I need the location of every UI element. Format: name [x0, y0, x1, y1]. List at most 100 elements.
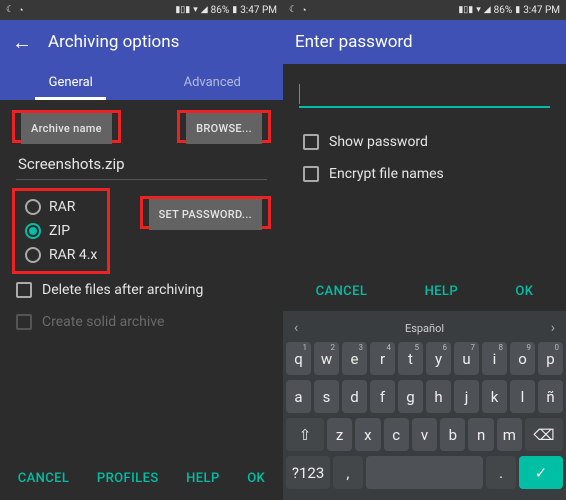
key-s[interactable]: s	[314, 380, 339, 413]
key-x[interactable]: x	[355, 418, 380, 451]
tabs: General Advanced	[0, 64, 283, 100]
mode-key[interactable]: ?123	[286, 456, 330, 489]
shift-key[interactable]: ⇧	[286, 418, 324, 451]
key-j[interactable]: j	[454, 380, 479, 413]
key-i[interactable]: i8	[482, 342, 507, 375]
checkbox-delete-after[interactable]: Delete files after archiving	[12, 274, 271, 306]
checkbox-icon	[16, 314, 32, 330]
key-g[interactable]: g	[398, 380, 423, 413]
key-m[interactable]: m	[497, 418, 522, 451]
moon-icon: ☾	[6, 5, 14, 15]
clock: 3:47 PM	[523, 5, 560, 16]
key-o[interactable]: o9	[510, 342, 535, 375]
highlight-archive-name: Archive name	[12, 110, 121, 143]
key-e[interactable]: e3	[342, 342, 367, 375]
radio-icon	[25, 223, 41, 239]
radio-rar4x[interactable]: RAR 4.x	[25, 247, 97, 263]
key-superscript: 3	[359, 343, 364, 352]
enter-key[interactable]: ✓	[519, 456, 563, 489]
clock: 3:47 PM	[240, 5, 277, 16]
key-d[interactable]: d	[342, 380, 367, 413]
wifi-icon: ▾	[476, 5, 481, 15]
key-z[interactable]: z	[327, 418, 352, 451]
radio-icon	[25, 199, 41, 215]
text-cursor	[299, 84, 300, 104]
ok-button[interactable]: OK	[515, 284, 533, 299]
profiles-button[interactable]: PROFILES	[97, 471, 159, 486]
lang-prev-icon[interactable]: ‹	[294, 320, 298, 336]
keyboard-language[interactable]: Español	[405, 322, 444, 335]
tab-general[interactable]: General	[0, 64, 142, 100]
key-v[interactable]: v	[412, 418, 437, 451]
right-screen: ☾ ◔ ▮▯▮ ▾ ◢ 86% ▮ 3:47 PM Enter password…	[283, 0, 566, 500]
ok-button[interactable]: OK	[247, 471, 265, 486]
checkbox-encrypt-names[interactable]: Encrypt file names	[299, 158, 550, 190]
vibrate-icon: ▮▯▮	[175, 5, 190, 15]
checkbox-icon	[303, 166, 319, 182]
wifi-icon: ▾	[193, 5, 198, 15]
key-r[interactable]: r4	[370, 342, 395, 375]
radio-label: RAR 4.x	[49, 247, 97, 263]
comma-key[interactable]: ,	[333, 456, 362, 489]
back-icon[interactable]: ←	[12, 30, 32, 55]
app-icon: ◔	[301, 5, 306, 16]
lang-next-icon[interactable]: ›	[551, 320, 555, 336]
key-q[interactable]: q1	[286, 342, 311, 375]
key-superscript: 1	[303, 343, 308, 352]
checkbox-solid-archive: Create solid archive	[12, 306, 271, 338]
tab-advanced[interactable]: Advanced	[142, 64, 284, 100]
password-input[interactable]	[299, 82, 550, 108]
key-h[interactable]: h	[426, 380, 451, 413]
key-a[interactable]: a	[286, 380, 311, 413]
filename-input[interactable]: Screenshots.zip	[16, 151, 267, 180]
key-l[interactable]: l	[510, 380, 535, 413]
key-superscript: 5	[415, 343, 420, 352]
app-icon: ◔	[18, 5, 23, 16]
browse-button[interactable]: BROWSE...	[186, 113, 262, 144]
key-y[interactable]: y6	[426, 342, 451, 375]
signal-icon: ◢	[201, 5, 208, 15]
key-w[interactable]: w2	[314, 342, 339, 375]
status-bar: ☾ ◔ ▮▯▮ ▾ ◢ 86% ▮ 3:47 PM	[0, 0, 283, 20]
content: Archive name BROWSE... Screenshots.zip R…	[0, 100, 283, 500]
key-superscript: 9	[527, 343, 532, 352]
help-button[interactable]: HELP	[186, 471, 219, 486]
radio-label: ZIP	[49, 223, 70, 239]
battery-icon: ▮	[232, 5, 237, 15]
moon-icon: ☾	[289, 5, 297, 15]
radio-zip[interactable]: ZIP	[25, 223, 97, 239]
set-password-button[interactable]: SET PASSWORD...	[149, 199, 262, 230]
backspace-key[interactable]: ⌫	[525, 418, 563, 451]
keyboard-row-1: q1w2e3r4t5y6u7i8o9p0	[286, 342, 563, 375]
radio-rar[interactable]: RAR	[25, 199, 97, 215]
battery-icon: ▮	[515, 5, 520, 15]
key-t[interactable]: t5	[398, 342, 423, 375]
content: Show password Encrypt file names CANCEL …	[283, 64, 566, 500]
radio-label: RAR	[49, 199, 75, 215]
battery-pct: 86%	[211, 5, 230, 16]
key-k[interactable]: k	[482, 380, 507, 413]
checkbox-label: Show password	[329, 134, 428, 150]
highlight-set-password: SET PASSWORD...	[140, 196, 271, 229]
period-key[interactable]: .	[486, 456, 515, 489]
key-n[interactable]: n	[468, 418, 493, 451]
key-b[interactable]: b	[440, 418, 465, 451]
checkbox-show-password[interactable]: Show password	[299, 126, 550, 158]
key-c[interactable]: c	[384, 418, 409, 451]
key-u[interactable]: u7	[454, 342, 479, 375]
app-bar: Enter password	[283, 20, 566, 64]
cancel-button[interactable]: CANCEL	[316, 284, 368, 299]
key-superscript: 4	[387, 343, 392, 352]
key-ñ[interactable]: ñ	[538, 380, 563, 413]
checkbox-icon	[16, 282, 32, 298]
checkbox-label: Encrypt file names	[329, 166, 444, 182]
space-key[interactable]	[366, 456, 484, 489]
key-superscript: 8	[499, 343, 504, 352]
key-f[interactable]: f	[370, 380, 395, 413]
key-p[interactable]: p0	[538, 342, 563, 375]
bottom-actions: CANCEL PROFILES HELP OK	[0, 457, 283, 500]
help-button[interactable]: HELP	[425, 284, 458, 299]
cancel-button[interactable]: CANCEL	[18, 471, 70, 486]
dialog-actions: CANCEL HELP OK	[283, 264, 566, 311]
keyboard: ‹ Español › q1w2e3r4t5y6u7i8o9p0 asdfghj…	[283, 311, 566, 500]
